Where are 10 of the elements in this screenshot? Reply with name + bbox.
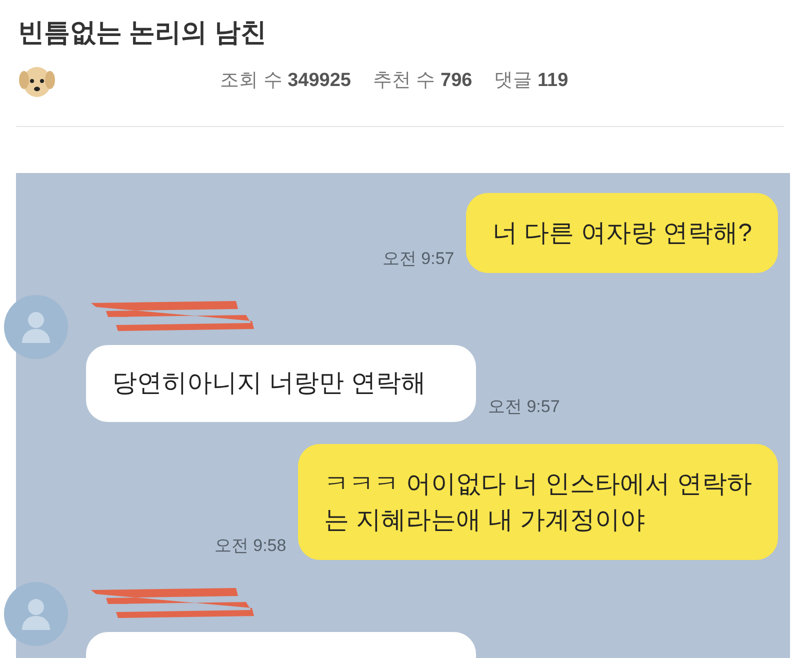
- message-time: 오전 9:58: [214, 534, 286, 556]
- message-time: 오전 9:57: [488, 396, 560, 418]
- post-stat: 댓글 119: [494, 68, 568, 93]
- post-title: 빈틈없는 논리의 남친: [18, 16, 268, 49]
- received-message-bubble: 당연히아니지 너랑만 연락해: [86, 345, 476, 422]
- sent-message-bubble: ㅋㅋㅋ 어이없다 너 인스타에서 연락하 는 지혜라는애 내 가계정이야: [298, 444, 778, 560]
- message-time: 오전 9:57: [382, 248, 454, 270]
- post-stat: 조회 수 349925: [220, 68, 351, 93]
- sent-message-bubble: 너 다른 여자랑 연락해?: [466, 193, 778, 274]
- post-stat: 추천 수 796: [372, 68, 472, 93]
